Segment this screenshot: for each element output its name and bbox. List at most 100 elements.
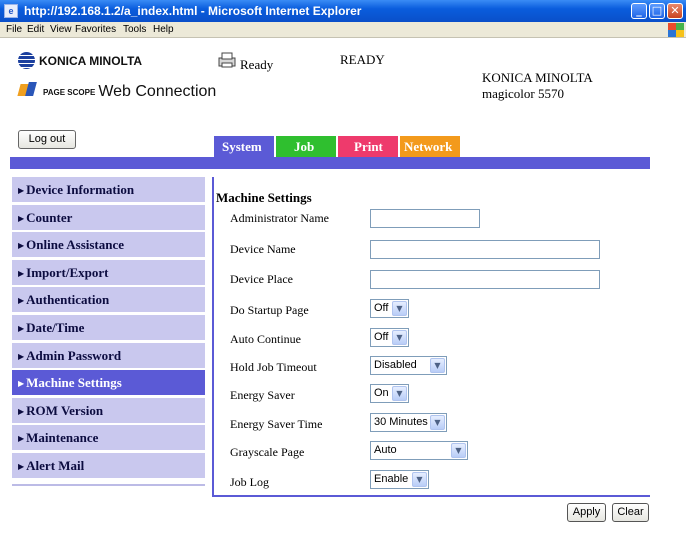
chevron-down-icon: ▼ (412, 472, 427, 487)
label-device-place: Device Place (230, 272, 293, 286)
job-log-select[interactable]: Enable ▼ (370, 470, 429, 489)
label-energy-saver: Energy Saver (230, 388, 295, 402)
device-name-input[interactable] (370, 240, 600, 259)
energy-saver-value: On (374, 387, 389, 399)
tab-job[interactable]: Job (276, 136, 336, 157)
chevron-down-icon: ▼ (430, 415, 445, 430)
sidebar-item-rom-version[interactable]: ▶ ROM Version (12, 397, 205, 423)
device-place-input[interactable] (370, 270, 600, 289)
chevron-down-icon: ▼ (430, 358, 445, 373)
clear-button[interactable]: Clear (612, 503, 649, 522)
windows-logo-icon (668, 23, 684, 37)
sidebar-item-label: ROM Version (26, 402, 104, 418)
arrow-icon: ▶ (18, 268, 25, 278)
chevron-down-icon: ▼ (451, 443, 466, 458)
sidebar-item-label: Device Information (26, 182, 135, 197)
maximize-button[interactable]: □ (649, 3, 665, 19)
grayscale-page-select[interactable]: Auto ▼ (370, 441, 468, 460)
arrow-icon: ▶ (18, 434, 25, 444)
content-bottom-border (212, 495, 650, 497)
auto-continue-select[interactable]: Off ▼ (370, 328, 409, 347)
device-model: magicolor 5570 (482, 86, 564, 101)
sidebar-item-admin-password[interactable]: ▶ Admin Password (12, 342, 205, 368)
minimize-button[interactable]: _ (631, 3, 647, 19)
label-administrator-name: Administrator Name (230, 211, 329, 225)
printer-status: Ready (240, 57, 274, 72)
hold-job-timeout-value: Disabled (374, 359, 417, 371)
menu-favorites[interactable]: Favorites (75, 24, 116, 35)
browser-icon: e (4, 4, 18, 18)
label-grayscale-page: Grayscale Page (230, 445, 305, 459)
ready-status: READY (340, 52, 385, 67)
close-button[interactable]: ✕ (667, 3, 683, 19)
hold-job-timeout-select[interactable]: Disabled ▼ (370, 356, 447, 375)
apply-button[interactable]: Apply (567, 503, 606, 522)
chevron-down-icon: ▼ (392, 301, 407, 316)
menu-file[interactable]: File (6, 24, 22, 35)
label-hold-job-timeout: Hold Job Timeout (230, 360, 317, 374)
sidebar-item-device-information[interactable]: ▶ Device Information (12, 177, 205, 202)
sidebar-item-label: Date/Time (26, 319, 85, 335)
grayscale-page-value: Auto (374, 444, 397, 456)
sidebar-item-authentication[interactable]: ▶ Authentication (12, 287, 205, 313)
auto-continue-value: Off (374, 331, 389, 343)
page-title: Machine Settings (216, 190, 312, 205)
label-device-name: Device Name (230, 242, 296, 256)
device-brand: KONICA MINOLTA (482, 70, 593, 85)
sidebar-item-date-time[interactable]: ▶ Date/Time (12, 314, 205, 340)
sidebar-divider (12, 484, 205, 486)
sidebar-item-import-export[interactable]: ▶ Import/Export (12, 259, 205, 285)
sidebar-item-label: Machine Settings (26, 375, 122, 391)
sidebar-item-label: Import/Export (26, 264, 109, 280)
job-log-value: Enable (374, 473, 409, 485)
sidebar-item-alert-mail[interactable]: ▶ Alert Mail (12, 452, 205, 478)
pagescope-icon (19, 82, 41, 98)
arrow-icon: ▶ (18, 461, 25, 471)
globe-icon (18, 52, 35, 69)
window-title-bar: e http://192.168.1.2/a_index.html - Micr… (0, 0, 686, 22)
arrow-icon: ▶ (18, 406, 25, 416)
menu-edit[interactable]: Edit (27, 24, 44, 35)
menu-view[interactable]: View (50, 24, 72, 35)
chevron-down-icon: ▼ (392, 386, 407, 401)
printer-icon (218, 52, 236, 68)
tab-system[interactable]: System (214, 136, 274, 157)
arrow-icon: ▶ (18, 186, 25, 195)
label-energy-saver-time: Energy Saver Time (230, 417, 323, 431)
chevron-down-icon: ▼ (392, 330, 407, 345)
energy-saver-select[interactable]: On ▼ (370, 384, 409, 403)
arrow-icon: ▶ (18, 213, 25, 223)
sidebar-item-online-assistance[interactable]: ▶ Online Assistance (12, 232, 205, 258)
startup-page-value: Off (374, 302, 389, 314)
web-connection-text: Web Connection (98, 83, 217, 100)
startup-page-select[interactable]: Off ▼ (370, 299, 409, 318)
menu-tools[interactable]: Tools (123, 24, 146, 35)
sidebar-item-machine-settings[interactable]: ▶ Machine Settings (12, 370, 205, 396)
logout-button[interactable]: Log out (18, 130, 76, 149)
pagescope-logo: PAGE SCOPE Web Connection (19, 82, 216, 101)
konica-minolta-logo: KONICA MINOLTA (18, 52, 142, 69)
sidebar: ▶ Device Information ▶ Counter ▶ Online Ass… (12, 177, 205, 481)
energy-saver-time-select[interactable]: 30 Minutes ▼ (370, 413, 447, 432)
content-left-border (212, 177, 214, 495)
arrow-icon: ▶ (18, 323, 25, 333)
tab-underline-bar (10, 157, 650, 169)
administrator-name-input[interactable] (370, 209, 480, 228)
sidebar-item-label: Admin Password (26, 347, 122, 363)
logo-brand-text: KONICA MINOLTA (39, 54, 143, 68)
label-job-log: Job Log (230, 475, 269, 489)
label-auto-continue: Auto Continue (230, 332, 301, 346)
menu-bar: File Edit View Favorites Tools Help (0, 22, 686, 38)
sidebar-item-maintenance[interactable]: ▶ Maintenance (12, 425, 205, 451)
label-do-startup-page: Do Startup Page (230, 303, 309, 317)
sidebar-item-label: Online Assistance (26, 237, 125, 253)
menu-help[interactable]: Help (153, 24, 174, 35)
tab-print[interactable]: Print (338, 136, 398, 157)
arrow-icon: ▶ (18, 351, 25, 361)
sidebar-item-label: Authentication (26, 292, 110, 308)
sidebar-item-label: Maintenance (26, 430, 99, 446)
arrow-icon: ▶ (18, 296, 25, 306)
sidebar-item-counter[interactable]: ▶ Counter (12, 204, 205, 230)
tab-network[interactable]: Network (400, 136, 460, 157)
sidebar-item-label: Alert Mail (26, 457, 85, 473)
